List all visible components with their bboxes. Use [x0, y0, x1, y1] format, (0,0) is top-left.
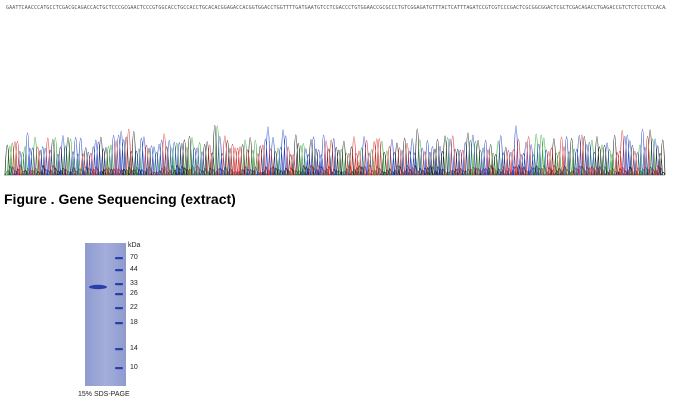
sample-protein-band: [89, 284, 107, 290]
marker-label-18: 18: [130, 319, 138, 326]
gel-lane-background: [85, 243, 126, 386]
marker-label-10: 10: [130, 364, 138, 371]
marker-band-70: [115, 257, 123, 260]
marker-band-44: [115, 269, 123, 272]
gel-image: [85, 243, 126, 386]
sequencing-chromatogram: [4, 125, 666, 176]
marker-band-26: [115, 293, 123, 296]
sequence-text: GAATTCAACCCATGCCTCGACGCAGACCACTGCTCCCGCG…: [6, 5, 666, 11]
marker-band-10: [115, 367, 123, 370]
marker-label-33: 33: [130, 280, 138, 287]
marker-label-14: 14: [130, 345, 138, 352]
marker-label-22: 22: [130, 304, 138, 311]
gel-caption: 15% SDS-PAGE: [78, 391, 130, 398]
sds-page-gel-figure: 70 44 33 26 22 18 14 10 kDa 15% SDS-PAGE: [78, 240, 158, 405]
marker-band-14: [115, 348, 123, 351]
marker-band-18: [115, 322, 123, 325]
kda-unit-label: kDa: [128, 242, 141, 249]
marker-label-70: 70: [130, 254, 138, 261]
marker-label-26: 26: [130, 290, 138, 297]
marker-label-44: 44: [130, 266, 138, 273]
marker-band-33: [115, 283, 123, 286]
marker-band-22: [115, 307, 123, 310]
figure-caption: Figure . Gene Sequencing (extract): [4, 191, 236, 207]
